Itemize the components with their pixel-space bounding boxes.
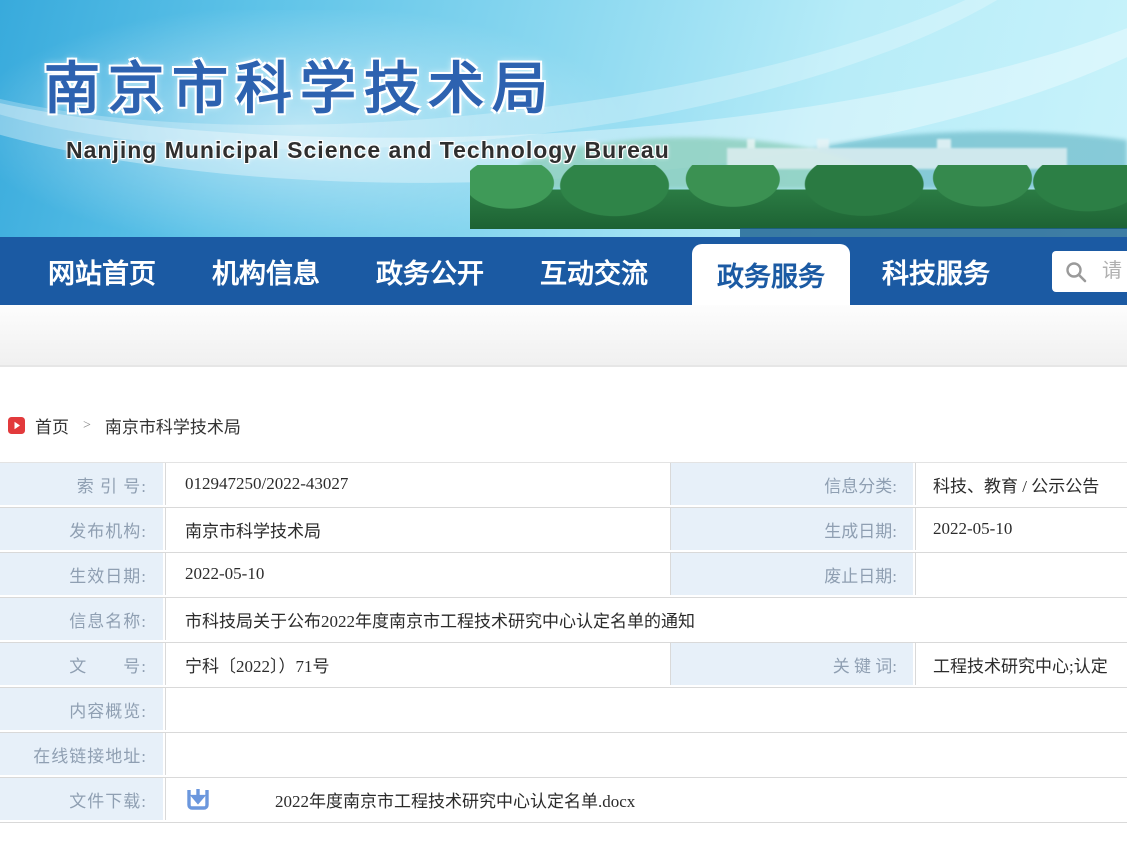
index-number-label: 索 引 号: (0, 463, 163, 505)
content-overview-value (165, 688, 1127, 730)
content-overview-label: 内容概览: (0, 688, 163, 730)
file-name: 2022年度南京市工程技术研究中心认定名单.docx (275, 787, 635, 812)
subnav-strip (0, 305, 1127, 367)
breadcrumb-section: 首页 > 南京市科学技术局 (0, 367, 1127, 462)
repeal-date-label: 废止日期: (670, 553, 913, 595)
table-row: 生效日期: 2022-05-10 废止日期: (0, 553, 1127, 598)
breadcrumb-separator: > (83, 418, 91, 434)
banner-treeline (470, 165, 1127, 229)
table-row: 信息名称: 市科技局关于公布2022年度南京市工程技术研究中心认定名单的通知 (0, 598, 1127, 643)
main-nav: 网站首页 机构信息 政务公开 互动交流 政务服务 科技服务 (0, 237, 1127, 305)
search-box[interactable] (1052, 251, 1127, 292)
nav-item-home[interactable]: 网站首页 (48, 237, 156, 305)
site-subtitle-english: Nanjing Municipal Science and Technology… (66, 137, 670, 164)
info-category-value: 科技、教育 / 公示公告 (915, 463, 1127, 505)
document-number-value: 宁科〔2022〕）71号 (165, 643, 668, 685)
keywords-label: 关 键 词: (670, 643, 913, 685)
nav-item-gov-services-active[interactable]: 政务服务 (692, 244, 850, 305)
site-title: 南京市科学技术局 (44, 44, 556, 125)
file-download-link[interactable]: 2022年度南京市工程技术研究中心认定名单.docx (185, 786, 635, 812)
file-download-label: 文件下载: (0, 778, 163, 820)
nav-item-interaction[interactable]: 互动交流 (540, 237, 648, 305)
search-input[interactable] (1102, 260, 1127, 283)
keywords-value: 工程技术研究中心;认定 (915, 643, 1127, 685)
table-row: 索 引 号: 012947250/2022-43027 信息分类: 科技、教育 … (0, 463, 1127, 508)
breadcrumb-current-link[interactable]: 南京市科学技术局 (105, 413, 241, 438)
breadcrumb-home-icon (8, 417, 25, 434)
publisher-value: 南京市科学技术局 (165, 508, 668, 550)
search-icon (1064, 260, 1088, 284)
info-category-label: 信息分类: (670, 463, 913, 505)
banner-water (740, 228, 1127, 237)
created-date-value: 2022-05-10 (915, 508, 1127, 550)
online-link-value (165, 733, 1127, 775)
nav-item-tech-services[interactable]: 科技服务 (882, 237, 990, 305)
table-row: 发布机构: 南京市科学技术局 生成日期: 2022-05-10 (0, 508, 1127, 553)
nav-item-org-info[interactable]: 机构信息 (212, 237, 320, 305)
site-banner: 南京市科学技术局 Nanjing Municipal Science and T… (0, 0, 1127, 237)
table-row: 文件下载: 2022年度南京市工程技术研究中心认定名单.docx (0, 778, 1127, 823)
table-row: 在线链接地址: (0, 733, 1127, 778)
effective-date-value: 2022-05-10 (165, 553, 668, 595)
info-title-value: 市科技局关于公布2022年度南京市工程技术研究中心认定名单的通知 (165, 598, 1127, 640)
document-number-label: 文 号: (0, 643, 163, 685)
publisher-label: 发布机构: (0, 508, 163, 550)
breadcrumb-home-link[interactable]: 首页 (35, 413, 69, 438)
online-link-label: 在线链接地址: (0, 733, 163, 775)
info-title-label: 信息名称: (0, 598, 163, 640)
breadcrumb: 首页 > 南京市科学技术局 (8, 413, 1127, 438)
effective-date-label: 生效日期: (0, 553, 163, 595)
download-icon (185, 786, 211, 812)
document-info-table: 索 引 号: 012947250/2022-43027 信息分类: 科技、教育 … (0, 462, 1127, 823)
table-row: 文 号: 宁科〔2022〕）71号 关 键 词: 工程技术研究中心;认定 (0, 643, 1127, 688)
index-number-value: 012947250/2022-43027 (165, 463, 668, 505)
table-row: 内容概览: (0, 688, 1127, 733)
repeal-date-value (915, 553, 1127, 595)
created-date-label: 生成日期: (670, 508, 913, 550)
nav-item-gov-disclosure[interactable]: 政务公开 (376, 237, 484, 305)
